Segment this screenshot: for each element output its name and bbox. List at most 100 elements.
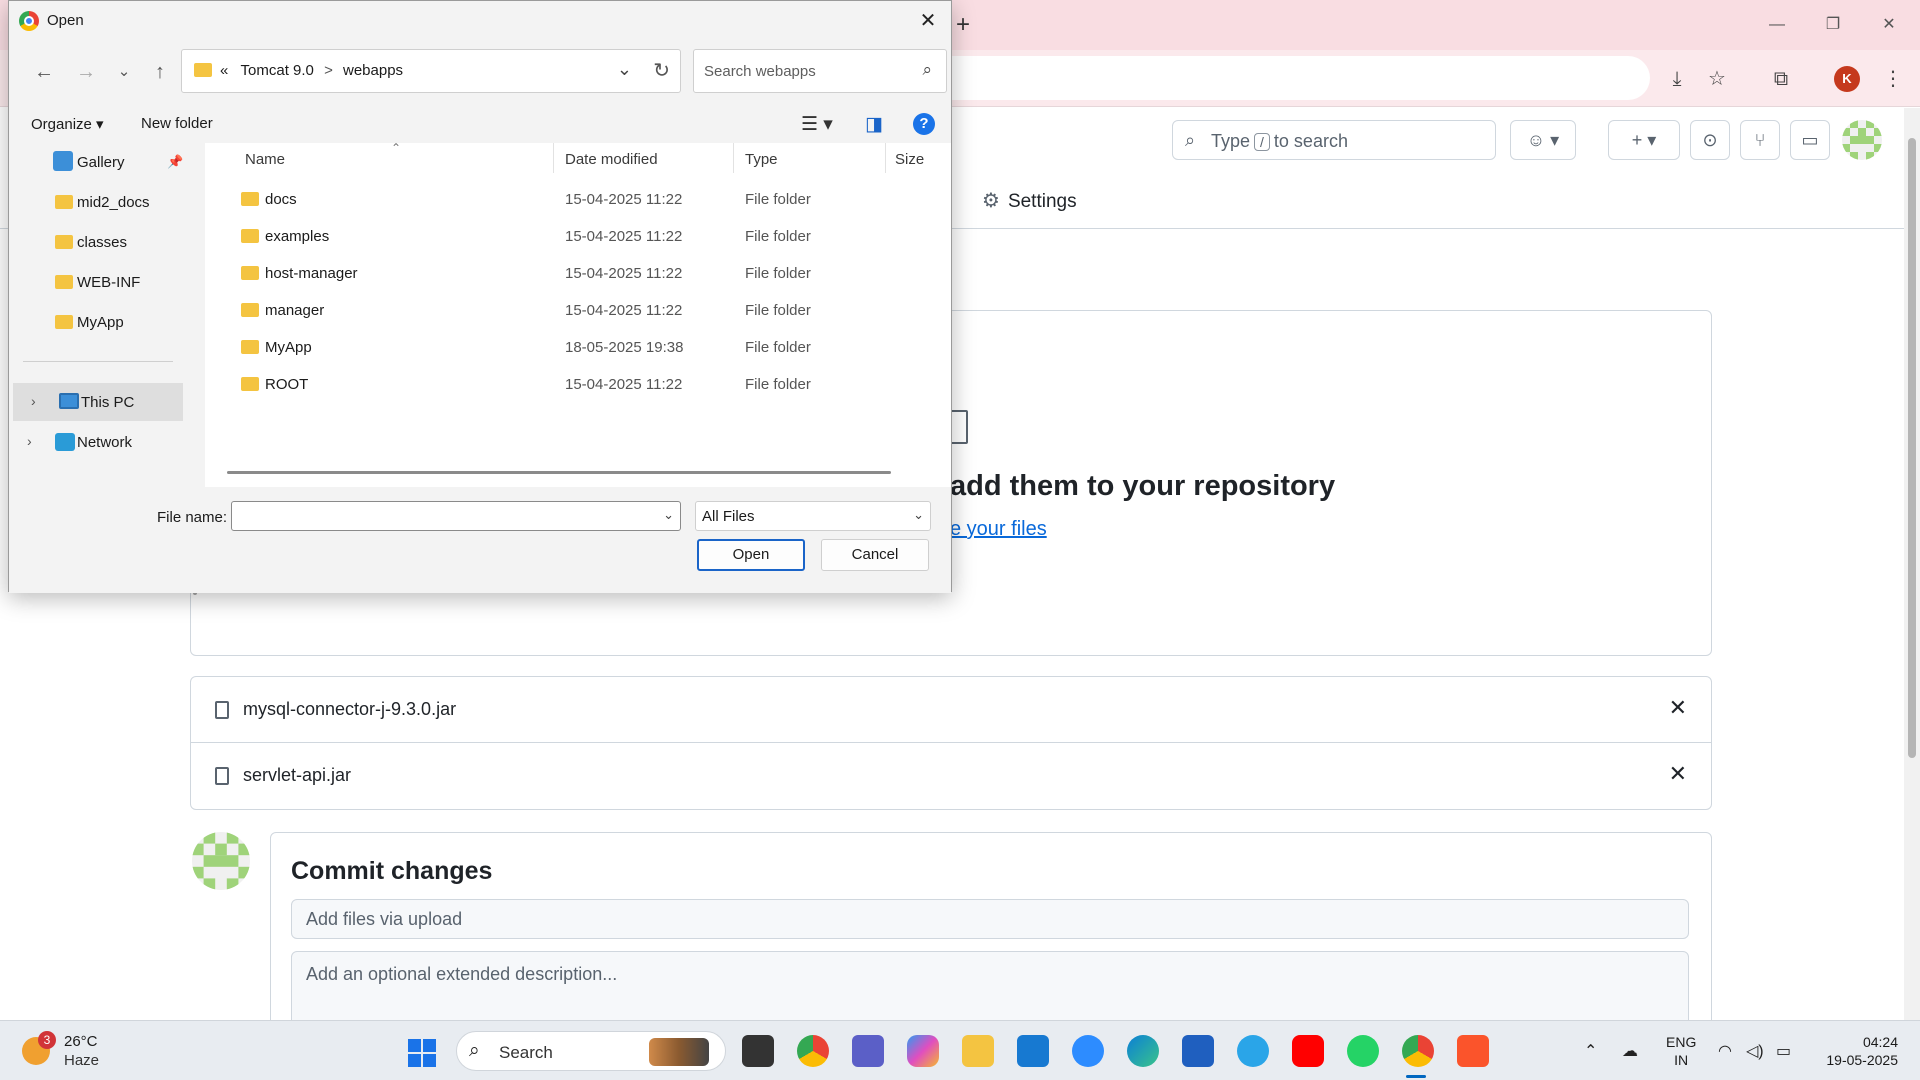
dialog-address-bar[interactable]: « Tomcat 9.0 > webapps ⌄ ↻ (181, 49, 681, 93)
table-row[interactable]: docs 15-04-2025 11:22 File folder (205, 181, 951, 218)
system-clock[interactable]: 04:24 19-05-2025 (1814, 1033, 1898, 1069)
whatsapp-icon[interactable] (1347, 1035, 1379, 1067)
column-divider[interactable] (553, 143, 554, 173)
refresh-icon[interactable]: ↻ (653, 58, 670, 83)
row-name: ROOT (265, 376, 309, 393)
weather-widget[interactable]: 3 26°C Haze (22, 1031, 142, 1073)
table-row[interactable]: examples 15-04-2025 11:22 File folder (205, 218, 951, 255)
nav-item-gallery[interactable]: Gallery 📌 (9, 143, 185, 181)
wifi-icon[interactable]: ◠ (1718, 1041, 1732, 1061)
table-row[interactable]: host-manager 15-04-2025 11:22 File folde… (205, 255, 951, 292)
dialog-search-input[interactable]: Search webapps ⌕ (693, 49, 947, 93)
task-view-icon[interactable] (742, 1035, 774, 1067)
help-icon[interactable]: ? (913, 113, 935, 135)
user-avatar[interactable] (1842, 120, 1882, 160)
address-bar[interactable] (930, 56, 1650, 100)
taskbar-search[interactable]: ⌕ Search (456, 1031, 726, 1071)
skype-icon[interactable] (1237, 1035, 1269, 1067)
nav-item-this-pc[interactable]: › This PC (13, 383, 183, 421)
horizontal-scrollbar[interactable] (227, 471, 891, 474)
cancel-button[interactable]: Cancel (821, 539, 929, 571)
youtube-icon[interactable] (1292, 1035, 1324, 1067)
search-icon: ⌕ (1185, 130, 1196, 150)
back-arrow-icon[interactable]: ← (29, 57, 59, 87)
breadcrumb-tomcat[interactable]: Tomcat 9.0 (241, 62, 314, 79)
nav-item-mid2-docs[interactable]: mid2_docs (9, 183, 185, 221)
chevron-down-icon[interactable]: ⌄ (617, 59, 632, 80)
chevron-right-icon[interactable]: › (31, 393, 36, 409)
row-name: MyApp (265, 339, 312, 356)
weather-condition: Haze (64, 1052, 100, 1069)
breadcrumb-overflow[interactable]: « (220, 62, 228, 79)
column-divider[interactable] (733, 143, 734, 173)
tab-settings[interactable]: ⚙ Settings (982, 188, 1077, 213)
onedrive-icon[interactable]: ☁ (1622, 1041, 1638, 1061)
table-row[interactable]: ROOT 15-04-2025 11:22 File folder (205, 366, 951, 403)
create-new-button[interactable]: + ▾ (1608, 120, 1680, 160)
teams-icon[interactable] (852, 1035, 884, 1067)
copilot-icon[interactable] (907, 1035, 939, 1067)
chrome-profile-icon[interactable] (1402, 1035, 1434, 1067)
zoom-icon[interactable] (1072, 1035, 1104, 1067)
input-language[interactable]: ENG IN (1666, 1033, 1696, 1069)
inbox-icon[interactable]: ▭ (1790, 120, 1830, 160)
chevron-down-icon[interactable]: ⌄ (663, 507, 674, 523)
restore-icon[interactable]: ❐ (1810, 10, 1856, 40)
github-search-input[interactable]: ⌕ Type / to search (1172, 120, 1496, 160)
volume-icon[interactable]: ◁) (1746, 1041, 1764, 1061)
table-row[interactable]: MyApp 18-05-2025 19:38 File folder (205, 329, 951, 366)
view-options-icon[interactable]: ☰ ▾ (801, 113, 833, 136)
pull-requests-icon[interactable]: ⑂ (1740, 120, 1780, 160)
file-explorer-icon[interactable] (962, 1035, 994, 1067)
extensions-icon[interactable]: ⧉ (1766, 64, 1796, 94)
organize-button[interactable]: Organize ▾ (31, 115, 104, 133)
recent-locations-icon[interactable]: ⌄ (109, 57, 139, 87)
new-folder-button[interactable]: New folder (141, 115, 213, 132)
search-highlight-icon (649, 1038, 709, 1066)
column-header-date[interactable]: Date modified (565, 151, 658, 168)
install-app-icon[interactable]: ⤓ (1662, 64, 1692, 94)
minimize-icon[interactable]: — (1754, 10, 1800, 40)
row-type: File folder (745, 191, 811, 208)
remove-file-icon[interactable]: ✕ (1669, 695, 1687, 721)
breadcrumb-webapps[interactable]: webapps (343, 62, 403, 79)
brave-icon[interactable] (1457, 1035, 1489, 1067)
issues-icon[interactable]: ⊙ (1690, 120, 1730, 160)
remove-file-icon[interactable]: ✕ (1669, 761, 1687, 787)
myhp-icon[interactable] (1017, 1035, 1049, 1067)
profile-avatar[interactable]: K (1834, 66, 1860, 92)
copilot-button[interactable]: ☺ ▾ (1510, 120, 1576, 160)
column-header-type[interactable]: Type (745, 151, 778, 168)
column-header-name[interactable]: Name (245, 151, 285, 168)
chevron-up-icon[interactable]: ⌃ (1584, 1041, 1597, 1061)
chevron-right-icon[interactable]: › (27, 433, 32, 449)
column-header-size[interactable]: Size (895, 151, 924, 168)
open-button[interactable]: Open (697, 539, 805, 571)
menu-kebab-icon[interactable]: ⋮ (1878, 64, 1908, 94)
store-icon[interactable] (1182, 1035, 1214, 1067)
nav-item-classes[interactable]: classes (9, 223, 185, 261)
commit-summary-input[interactable]: Add files via upload (291, 899, 1689, 939)
file-name-input[interactable]: ⌄ (231, 501, 681, 531)
forward-arrow-icon[interactable]: → (71, 57, 101, 87)
battery-icon[interactable]: ▭ (1776, 1041, 1791, 1061)
close-icon[interactable]: ✕ (905, 1, 951, 41)
close-window-icon[interactable]: ✕ (1866, 10, 1912, 40)
nav-item-web-inf[interactable]: WEB-INF (9, 263, 185, 301)
table-row[interactable]: manager 15-04-2025 11:22 File folder (205, 292, 951, 329)
up-arrow-icon[interactable]: ↑ (145, 57, 175, 87)
file-type-select[interactable]: All Files ⌄ (695, 501, 931, 531)
page-scrollbar[interactable] (1904, 108, 1920, 1020)
choose-files-link[interactable]: e your files (950, 518, 1047, 541)
start-button[interactable] (408, 1039, 436, 1067)
nav-item-myapp[interactable]: MyApp (9, 303, 185, 341)
preview-pane-icon[interactable]: ◨ (865, 113, 883, 136)
edge-icon[interactable] (1127, 1035, 1159, 1067)
bookmark-star-icon[interactable]: ☆ (1702, 64, 1732, 94)
column-divider[interactable] (885, 143, 886, 173)
scrollbar-thumb[interactable] (1908, 138, 1916, 758)
chrome-icon[interactable] (797, 1035, 829, 1067)
new-tab-button[interactable]: + (948, 10, 978, 40)
file-icon (215, 701, 229, 719)
nav-item-network[interactable]: › Network (9, 423, 185, 461)
